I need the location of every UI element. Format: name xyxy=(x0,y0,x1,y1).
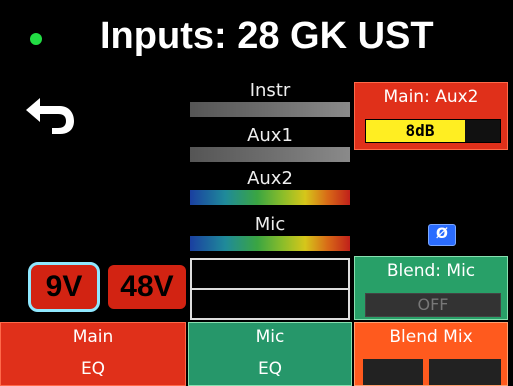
empty-slot-box xyxy=(190,258,350,320)
9v-button[interactable]: 9V xyxy=(28,262,100,312)
meter-label-mic: Mic xyxy=(254,214,286,235)
slot-divider xyxy=(192,288,348,290)
blend-mix-right-slot xyxy=(429,359,501,385)
blend-mic-panel[interactable]: Blend: Mic OFF xyxy=(354,256,508,320)
back-button[interactable] xyxy=(22,90,80,134)
status-indicator-dot xyxy=(30,33,42,45)
meter-instr xyxy=(190,102,350,117)
mic-eq-line1: Mic xyxy=(255,327,285,347)
aux-panel-title: Main: Aux2 xyxy=(383,87,479,107)
meter-label-aux2: Aux2 xyxy=(247,168,293,189)
main-eq-line1: Main xyxy=(72,327,114,347)
mic-eq-button[interactable]: Mic EQ xyxy=(188,322,352,386)
phase-invert-icon[interactable]: Ø xyxy=(428,224,456,246)
main-aux2-panel[interactable]: Main: Aux2 8dB xyxy=(354,82,508,150)
main-eq-button[interactable]: Main EQ xyxy=(0,322,186,386)
meter-label-aux1: Aux1 xyxy=(247,125,293,146)
page-title: Inputs: 28 GK UST xyxy=(100,15,434,57)
meter-aux1 xyxy=(190,147,350,162)
back-arrow-icon xyxy=(26,98,74,134)
aux-level-value: 8dB xyxy=(405,121,435,140)
blend-mix-label: Blend Mix xyxy=(389,327,473,347)
main-eq-line2: EQ xyxy=(80,359,106,379)
blend-mix-button[interactable]: Blend Mix xyxy=(354,322,508,386)
blend-panel-title: Blend: Mic xyxy=(386,261,476,281)
meter-label-instr: Instr xyxy=(249,80,291,101)
blend-toggle[interactable]: OFF xyxy=(365,293,501,317)
meter-mic xyxy=(190,236,350,251)
meter-aux2 xyxy=(190,190,350,205)
aux-level-bar[interactable]: 8dB xyxy=(365,119,501,143)
48v-button[interactable]: 48V xyxy=(108,265,186,309)
blend-mix-left-slot xyxy=(363,359,423,385)
mic-eq-line2: EQ xyxy=(257,359,283,379)
